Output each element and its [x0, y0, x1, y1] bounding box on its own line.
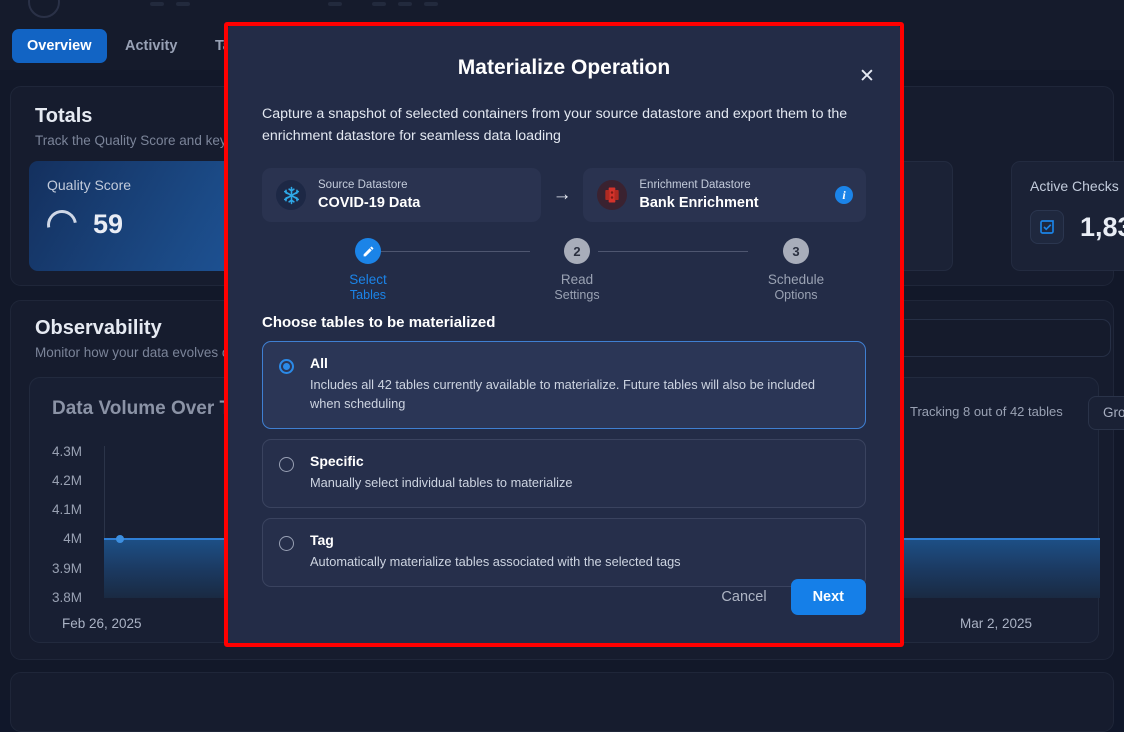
checkbox-icon — [1030, 210, 1064, 244]
next-button[interactable]: Next — [791, 579, 866, 615]
avatar — [28, 0, 60, 18]
option-specific[interactable]: Specific Manually select individual tabl… — [262, 439, 866, 508]
radio-tag[interactable] — [279, 536, 294, 551]
y-tick: 3.9M — [18, 561, 82, 576]
step-label-line2: Options — [736, 288, 856, 302]
enrichment-datastore-card[interactable]: Enrichment Datastore Bank Enrichment i — [583, 168, 866, 222]
step-select-tables[interactable]: Select Tables — [308, 238, 428, 302]
option-specific-description: Manually select individual tables to mat… — [310, 474, 572, 493]
chart-data-point — [116, 535, 124, 543]
group-by-dropdown[interactable]: Group b — [1088, 396, 1124, 430]
y-tick: 4M — [18, 531, 82, 546]
dialog-footer: Cancel Next — [711, 579, 866, 615]
quality-score-donut-icon — [41, 204, 83, 246]
radio-all[interactable] — [279, 359, 294, 374]
chart-title: Data Volume Over Tim — [52, 398, 253, 420]
radio-specific[interactable] — [279, 457, 294, 472]
option-all-description: Includes all 42 tables currently availab… — [310, 376, 835, 414]
step-label-line1: Schedule — [736, 272, 856, 287]
option-tag-title: Tag — [310, 532, 681, 548]
step-label-line2: Settings — [517, 288, 637, 302]
header-placeholder-5 — [398, 2, 412, 6]
section-heading: Choose tables to be materialized — [262, 314, 866, 331]
pencil-icon — [355, 238, 381, 264]
header-placeholder-4 — [372, 2, 386, 6]
y-tick: 4.1M — [18, 502, 82, 517]
chart-tracking-text: Tracking 8 out of 42 tables — [910, 404, 1063, 419]
enrichment-datastore-label: Enrichment Datastore — [639, 178, 758, 192]
source-datastore-card[interactable]: Source Datastore COVID-19 Data — [262, 168, 541, 222]
step-schedule-options[interactable]: 3 Schedule Options — [736, 238, 856, 302]
active-checks-value: 1,835 — [1080, 212, 1124, 243]
option-specific-title: Specific — [310, 453, 572, 469]
footer-panel — [10, 672, 1114, 732]
option-tag[interactable]: Tag Automatically materialize tables ass… — [262, 518, 866, 587]
dialog-description: Capture a snapshot of selected container… — [262, 104, 866, 147]
database-icon — [597, 180, 627, 210]
tab-overview[interactable]: Overview — [12, 29, 107, 63]
active-checks-label: Active Checks — [1030, 178, 1124, 194]
active-checks-card[interactable]: Active Checks 1,835 — [1011, 161, 1124, 271]
source-datastore-label: Source Datastore — [318, 178, 420, 192]
step-label-line2: Tables — [308, 288, 428, 302]
option-all[interactable]: All Includes all 42 tables currently ava… — [262, 341, 866, 429]
arrow-right-icon: → — [541, 184, 583, 206]
top-strip — [0, 0, 1124, 22]
step-number: 3 — [783, 238, 809, 264]
x-tick: Mar 2, 2025 — [960, 616, 1032, 631]
materialize-operation-dialog: ✕ Materialize Operation Capture a snapsh… — [228, 26, 900, 643]
step-label-line1: Read — [517, 272, 637, 287]
option-tag-description: Automatically materialize tables associa… — [310, 553, 681, 572]
quality-score-value: 59 — [93, 209, 123, 240]
header-placeholder-3 — [328, 2, 342, 6]
y-tick: 4.2M — [18, 473, 82, 488]
header-placeholder-6 — [424, 2, 438, 6]
wizard-stepper: Select Tables 2 Read Settings 3 Schedule… — [262, 238, 866, 310]
source-datastore-name: COVID-19 Data — [318, 194, 420, 213]
dialog-title: Materialize Operation — [262, 56, 866, 80]
header-placeholder-2 — [176, 2, 190, 6]
header-placeholder-1 — [150, 2, 164, 6]
y-tick: 3.8M — [18, 590, 82, 605]
y-tick: 4.3M — [18, 444, 82, 459]
enrichment-datastore-name: Bank Enrichment — [639, 194, 758, 213]
x-tick: Feb 26, 2025 — [62, 616, 142, 631]
step-read-settings[interactable]: 2 Read Settings — [517, 238, 637, 302]
step-number: 2 — [564, 238, 590, 264]
datastore-row: Source Datastore COVID-19 Data → Enrichm… — [262, 168, 866, 222]
option-all-title: All — [310, 355, 835, 371]
snowflake-icon — [276, 180, 306, 210]
info-icon[interactable]: i — [835, 186, 853, 204]
chart-y-axis — [104, 446, 105, 546]
close-icon[interactable]: ✕ — [854, 64, 880, 90]
step-label-line1: Select — [308, 272, 428, 287]
tab-activity[interactable]: Activity — [110, 29, 192, 63]
cancel-button[interactable]: Cancel — [711, 580, 776, 614]
